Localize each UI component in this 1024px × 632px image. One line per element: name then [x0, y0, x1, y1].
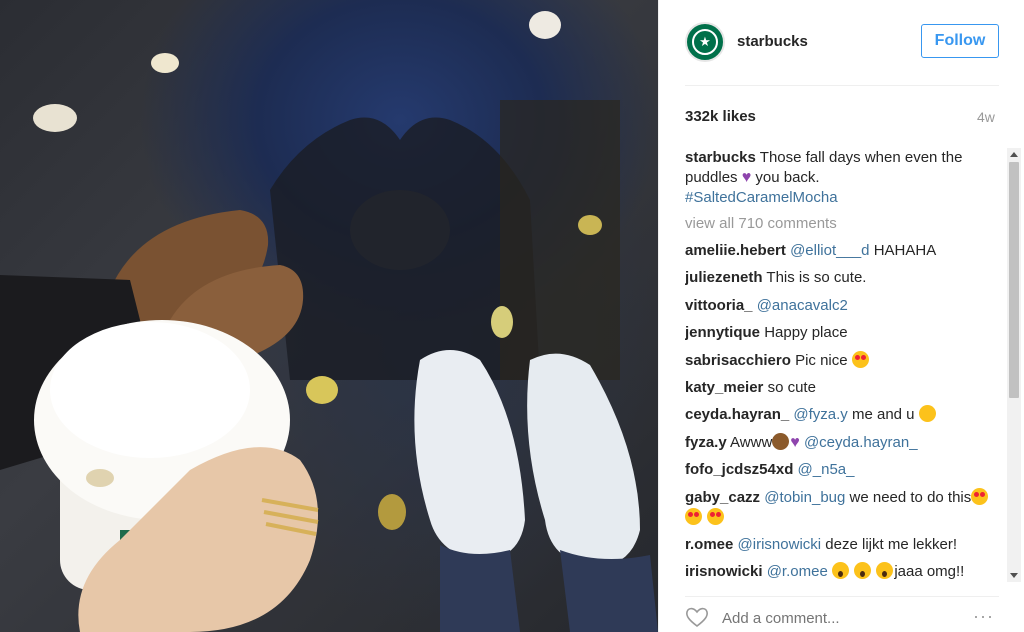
comment-mention[interactable]: @ceyda.hayran_	[804, 434, 918, 451]
comment-mention[interactable]: @tobin_bug	[764, 489, 845, 506]
list-item: irisnowicki @r.omee jaaa omg!!	[685, 562, 1005, 582]
comment-user[interactable]: sabrisacchiero	[685, 352, 791, 369]
comment-mention[interactable]: @_n5a_	[798, 461, 855, 478]
comment-text: Awww	[730, 433, 773, 451]
hashtag-link[interactable]: #SaltedCaramelMocha	[685, 189, 838, 206]
heart-eyes-emoji-icon	[971, 487, 989, 505]
list-item: sabrisacchiero Pic nice	[685, 350, 1005, 371]
comment-text: HAHAHA	[873, 242, 937, 259]
likes-count[interactable]: 332k likes	[685, 108, 756, 125]
comment-text: This is so cute.	[766, 269, 867, 287]
comment-mention[interactable]: @elliot___d	[790, 242, 869, 259]
comment-user[interactable]: vittooria_	[685, 297, 753, 314]
comment-user[interactable]: jennytique	[685, 324, 760, 341]
comment-text: me and u	[851, 406, 915, 424]
list-item: juliezeneth This is so cute.	[685, 268, 1005, 288]
comment-text: so cute	[767, 378, 816, 396]
comment-mention[interactable]: @r.omee	[767, 563, 828, 580]
comment-mention[interactable]: @fyza.y	[793, 406, 847, 423]
comment-mention[interactable]: @anacavalc2	[757, 297, 848, 314]
post-age[interactable]: 4w	[977, 109, 995, 125]
comment-user[interactable]: ceyda.hayran_	[685, 406, 789, 423]
heart-eyes-emoji-icon	[707, 507, 725, 525]
post-header: ★ starbucks Follow	[659, 0, 1024, 84]
comments-scrollbar[interactable]	[1007, 148, 1021, 582]
scream-emoji-icon	[876, 562, 894, 580]
more-options-icon[interactable]: ···	[973, 606, 994, 627]
scrollbar-thumb[interactable]	[1009, 162, 1019, 398]
starbucks-logo-icon: ★	[692, 29, 718, 55]
follow-button[interactable]: Follow	[921, 24, 999, 58]
add-comment-input[interactable]	[722, 610, 922, 627]
list-item: gaby_cazz @tobin_bug we need to do this	[685, 487, 1005, 528]
scream-emoji-icon	[831, 562, 849, 580]
comment-text: deze lijkt me lekker!	[825, 535, 958, 553]
avatar[interactable]: ★	[685, 22, 725, 62]
comment-user[interactable]: irisnowicki	[685, 563, 763, 580]
heart-eyes-emoji-icon	[685, 507, 702, 525]
caption-text-2: you back.	[755, 169, 820, 186]
list-item: r.omee @irisnowicki deze lijkt me lekker…	[685, 535, 1005, 555]
photo-illustration	[0, 11, 658, 632]
username-link[interactable]: starbucks	[737, 33, 808, 50]
comment-user[interactable]: fyza.y	[685, 434, 727, 451]
comment-user[interactable]: katy_meier	[685, 379, 763, 396]
comments-list[interactable]: starbucks Those fall days when even the …	[685, 148, 1005, 582]
heart-eyes-emoji-icon	[851, 350, 869, 368]
purple-heart-icon: ♥	[741, 169, 752, 186]
comment-mention[interactable]: @irisnowicki	[738, 536, 822, 553]
scroll-up-arrow-icon[interactable]	[1010, 152, 1018, 157]
caption: starbucks Those fall days when even the …	[685, 148, 1005, 208]
purple-heart-icon: ♥	[790, 433, 800, 451]
comment-user[interactable]: ameliie.hebert	[685, 242, 786, 259]
list-item: fofo_jcdsz54xd @_n5a_	[685, 460, 1005, 480]
scream-emoji-icon	[854, 562, 872, 580]
post-photo[interactable]	[0, 0, 658, 632]
comment-user[interactable]: gaby_cazz	[685, 489, 760, 506]
list-item: vittooria_ @anacavalc2	[685, 296, 1005, 316]
view-all-comments-link[interactable]: view all 710 comments	[685, 214, 1005, 234]
comment-user[interactable]: juliezeneth	[685, 269, 763, 286]
list-item: katy_meier so cute	[685, 378, 1005, 398]
comment-text: Happy place	[764, 324, 848, 342]
list-item: ameliie.hebert @elliot___d HAHAHA	[685, 241, 1005, 261]
caption-username[interactable]: starbucks	[685, 149, 756, 166]
see-no-evil-monkey-icon	[772, 432, 790, 450]
scroll-down-arrow-icon[interactable]	[1010, 573, 1018, 578]
comment-user[interactable]: fofo_jcdsz54xd	[685, 461, 793, 478]
like-heart-icon[interactable]	[685, 606, 709, 628]
comment-user[interactable]: r.omee	[685, 536, 733, 553]
comment-text: Pic nice	[795, 351, 848, 369]
divider	[685, 85, 999, 86]
comment-text: jaaa omg!!	[894, 563, 965, 581]
list-item: ceyda.hayran_ @fyza.y me and u	[685, 405, 1005, 425]
post-side-panel: ★ starbucks Follow 332k likes 4w starbuc…	[658, 0, 1024, 632]
divider	[685, 596, 999, 597]
comment-text: we need to do this	[849, 488, 972, 506]
list-item: jennytique Happy place	[685, 323, 1005, 343]
list-item: fyza.y Awww ♥ @ceyda.hayran_	[685, 432, 1005, 453]
smiling-emoji-icon	[918, 405, 936, 423]
